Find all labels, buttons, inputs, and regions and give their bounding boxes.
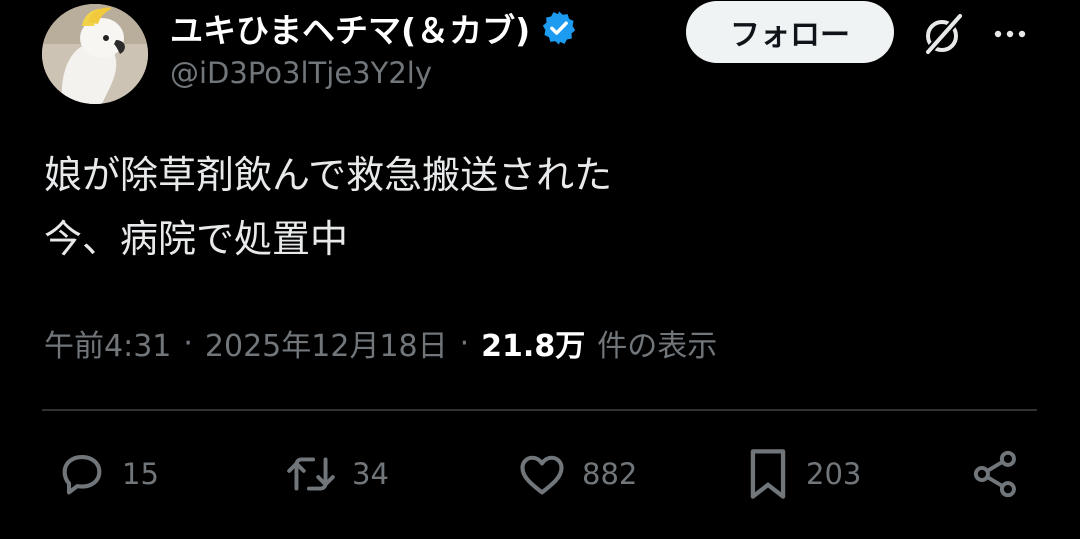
views-count[interactable]: 21.8万 [481,321,585,365]
tweet-date[interactable]: 2025年12月18日 [205,321,448,365]
display-name[interactable]: ユキひまヘチマ(＆カブ) [170,6,578,50]
retweet-count: 34 [352,457,389,491]
follow-button[interactable]: フォロー [686,1,894,63]
like-button[interactable]: 882 [516,446,637,502]
bookmark-button[interactable]: 203 [744,446,861,502]
share-icon [973,450,1016,498]
tweet-text-line-1: 娘が除草剤飲んで救急搬送された [44,153,613,197]
tweet-text-line-2: 今、病院で処置中 [44,217,349,261]
retweet-icon [287,457,335,491]
display-name-text: ユキひまヘチマ(＆カブ) [170,11,531,50]
bookmark-icon [750,449,786,499]
tweet-time[interactable]: 午前4:31 [44,321,171,365]
views-label: 件の表示 [597,329,718,364]
reply-button[interactable]: 15 [56,446,159,502]
heart-icon [520,455,564,495]
reply-count: 15 [122,457,159,491]
grok-icon[interactable] [918,10,968,60]
share-button[interactable] [970,446,1022,502]
verified-badge-icon [543,11,576,45]
tweet-text: 娘が除草剤飲んで救急搬送された 今、病院で処置中 [44,143,612,271]
reply-icon [62,455,102,495]
divider [42,409,1037,411]
bookmark-count: 203 [806,457,862,491]
meta-separator-1: · [183,325,193,361]
retweet-button[interactable]: 34 [284,446,389,502]
more-dots-icon[interactable] [985,14,1035,54]
avatar[interactable] [42,4,148,104]
handle[interactable]: @iD3Po3lTje3Y2ly [170,56,432,90]
cockatoo-avatar [42,4,148,104]
tweet-meta: 午前4:31 · 2025年12月18日 · 21.8万 件の表示 [44,318,717,368]
meta-separator-2: · [459,325,470,361]
like-count: 882 [582,457,638,491]
